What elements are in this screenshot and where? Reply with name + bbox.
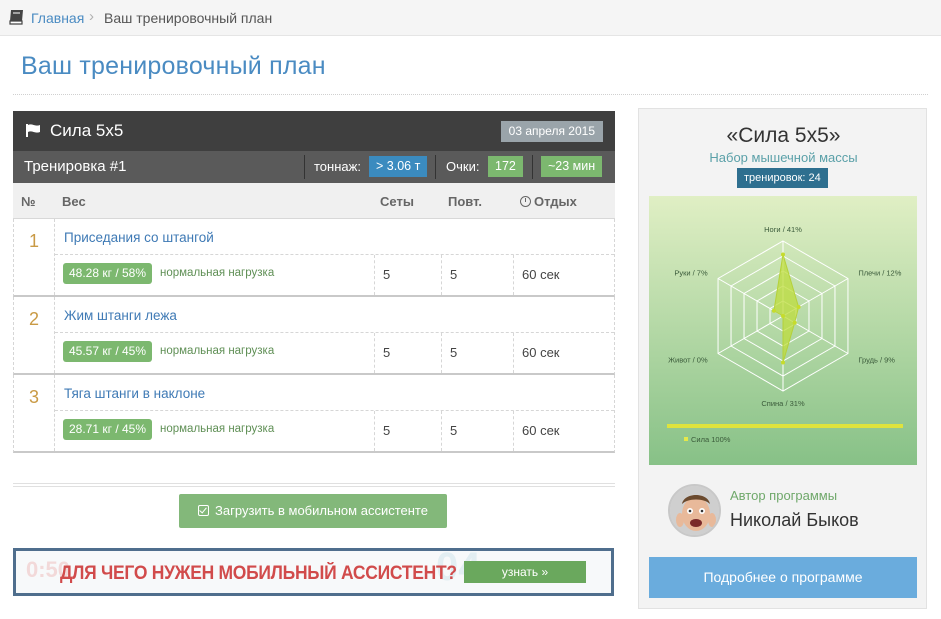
weight-badge: 45.57 кг / 45% xyxy=(63,341,153,362)
plan-header: Сила 5х5 03 апреля 2015 xyxy=(13,111,615,151)
radar-data-point xyxy=(781,252,785,257)
radar-axis-label: Плечи / 12% xyxy=(858,269,901,278)
exercise-details: 48.28 кг / 58% нормальная нагрузка 5 5 6… xyxy=(55,254,614,295)
breadcrumb-separator: › xyxy=(89,8,94,25)
radar-axis-label: Живот / 0% xyxy=(668,356,708,365)
workout-name: Тренировка #1 xyxy=(24,158,127,175)
flag-icon xyxy=(26,124,40,137)
radar-axis-label: Руки / 7% xyxy=(674,269,708,278)
radar-axis-label: Ноги / 41% xyxy=(764,225,802,234)
radar-axis-label: Грудь / 9% xyxy=(858,356,895,365)
header-divider xyxy=(304,155,305,179)
exercise-number: 2 xyxy=(14,297,55,373)
book-icon xyxy=(9,10,23,25)
header-divider xyxy=(435,155,436,179)
load-label: нормальная нагрузка xyxy=(160,345,275,357)
radar-legend-swatch xyxy=(684,437,688,441)
clock-icon xyxy=(520,196,531,207)
exercise-row: 1 Приседания со штангой 48.28 кг / 58% н… xyxy=(13,219,615,297)
breadcrumb-home-link[interactable]: Главная xyxy=(31,10,84,26)
program-sidebar: «Сила 5х5» Набор мышечной массы трениров… xyxy=(638,108,927,609)
rest-value: 60 сек xyxy=(513,333,613,373)
program-title: «Сила 5х5» xyxy=(726,124,841,147)
reps-value: 5 xyxy=(441,411,513,451)
training-plan: Сила 5х5 03 апреля 2015 Тренировка #1 то… xyxy=(13,111,615,453)
radar-data-point xyxy=(771,308,776,313)
points-label: Очки: xyxy=(446,159,480,174)
muscle-radar-chart: Ноги / 41% Плечи / 12% Грудь / 9% Спина / 3… xyxy=(649,196,917,465)
column-weight: Вес xyxy=(62,194,86,209)
column-rest-label: Отдых xyxy=(534,194,577,209)
rest-value: 60 сек xyxy=(513,255,613,295)
column-reps: Повт. xyxy=(448,194,482,209)
sets-value: 5 xyxy=(374,411,441,451)
radar-legend-label: Сила 100% xyxy=(691,435,731,444)
exercise-number: 3 xyxy=(14,375,55,451)
author-label: Автор программы xyxy=(730,488,838,503)
exercise-details: 45.57 кг / 45% нормальная нагрузка 5 5 6… xyxy=(55,332,614,373)
exercise-link[interactable]: Приседания со штангой xyxy=(64,230,214,245)
radar-data-point xyxy=(792,320,797,325)
exercise-row: 3 Тяга штанги в наклоне 28.71 кг / 45% н… xyxy=(13,375,615,453)
mobile-assistant-label: Загрузить в мобильном ассистенте xyxy=(215,503,428,518)
author-avatar xyxy=(668,484,721,537)
duration-badge: ~23 мин xyxy=(541,156,603,177)
workout-header: Тренировка #1 тоннаж: > 3.06 т Очки: 172… xyxy=(13,151,615,183)
weight-badge: 28.71 кг / 45% xyxy=(63,419,153,440)
title-divider xyxy=(13,94,928,95)
reps-value: 5 xyxy=(441,255,513,295)
load-label: нормальная нагрузка xyxy=(160,267,275,279)
exercise-link[interactable]: Жим штанги лежа xyxy=(64,308,177,323)
section-divider xyxy=(13,483,615,487)
mobile-assistant-button[interactable]: Загрузить в мобильном ассистенте xyxy=(179,494,447,528)
author-face-icon xyxy=(670,486,719,535)
author-name: Николай Быков xyxy=(730,510,859,530)
table-header: № Вес Сеты Повт. Отдых xyxy=(13,183,615,219)
page-title: Ваш тренировочный план xyxy=(21,52,326,80)
exercise-number: 1 xyxy=(14,219,55,295)
rest-value: 60 сек xyxy=(513,411,613,451)
workouts-badge: тренировок: 24 xyxy=(737,168,828,188)
tonnage-badge: > 3.06 т xyxy=(369,156,428,177)
radar-data-point xyxy=(796,305,801,309)
breadcrumb-current: Ваш тренировочный план xyxy=(104,10,273,26)
program-subtitle: Набор мышечной массы xyxy=(709,150,858,165)
radar-svg: Ноги / 41% Плечи / 12% Грудь / 9% Спина / 3… xyxy=(667,225,903,444)
radar-data-point xyxy=(781,360,785,365)
radar-data-area xyxy=(773,254,800,363)
exercise-details: 28.71 кг / 45% нормальная нагрузка 5 5 6… xyxy=(55,410,614,451)
column-rest: Отдых xyxy=(520,194,577,209)
mobile-assistant-banner[interactable]: 0:50 04 ДЛЯ ЧЕГО НУЖЕН МОБИЛЬНЫЙ АССИСТЕ… xyxy=(13,548,614,596)
points-badge: 172 xyxy=(488,156,523,177)
tonnage-label: тоннаж: xyxy=(314,159,361,174)
sets-value: 5 xyxy=(374,255,441,295)
plan-name: Сила 5х5 xyxy=(50,121,124,140)
load-label: нормальная нагрузка xyxy=(160,423,275,435)
weight-badge: 48.28 кг / 58% xyxy=(63,263,153,284)
radar-axis-label: Спина / 31% xyxy=(761,399,805,408)
reps-value: 5 xyxy=(441,333,513,373)
exercise-link[interactable]: Тяга штанги в наклоне xyxy=(64,386,205,401)
exercise-row: 2 Жим штанги лежа 45.57 кг / 45% нормаль… xyxy=(13,297,615,375)
breadcrumb: Главная › Ваш тренировочный план xyxy=(0,0,941,36)
column-sets: Сеты xyxy=(380,194,414,209)
header-divider xyxy=(532,155,533,179)
radar-data-point xyxy=(781,314,785,318)
program-details-button[interactable]: Подробнее о программе xyxy=(649,557,917,598)
column-num: № xyxy=(21,194,36,209)
date-badge: 03 апреля 2015 xyxy=(500,121,603,142)
banner-learn-button[interactable]: узнать » xyxy=(464,561,586,583)
sets-value: 5 xyxy=(374,333,441,373)
banner-text: ДЛЯ ЧЕГО НУЖЕН МОБИЛЬНЫЙ АССИСТЕНТ? xyxy=(60,563,457,584)
checkbox-icon xyxy=(198,505,210,516)
radar-axis-line xyxy=(717,315,784,354)
